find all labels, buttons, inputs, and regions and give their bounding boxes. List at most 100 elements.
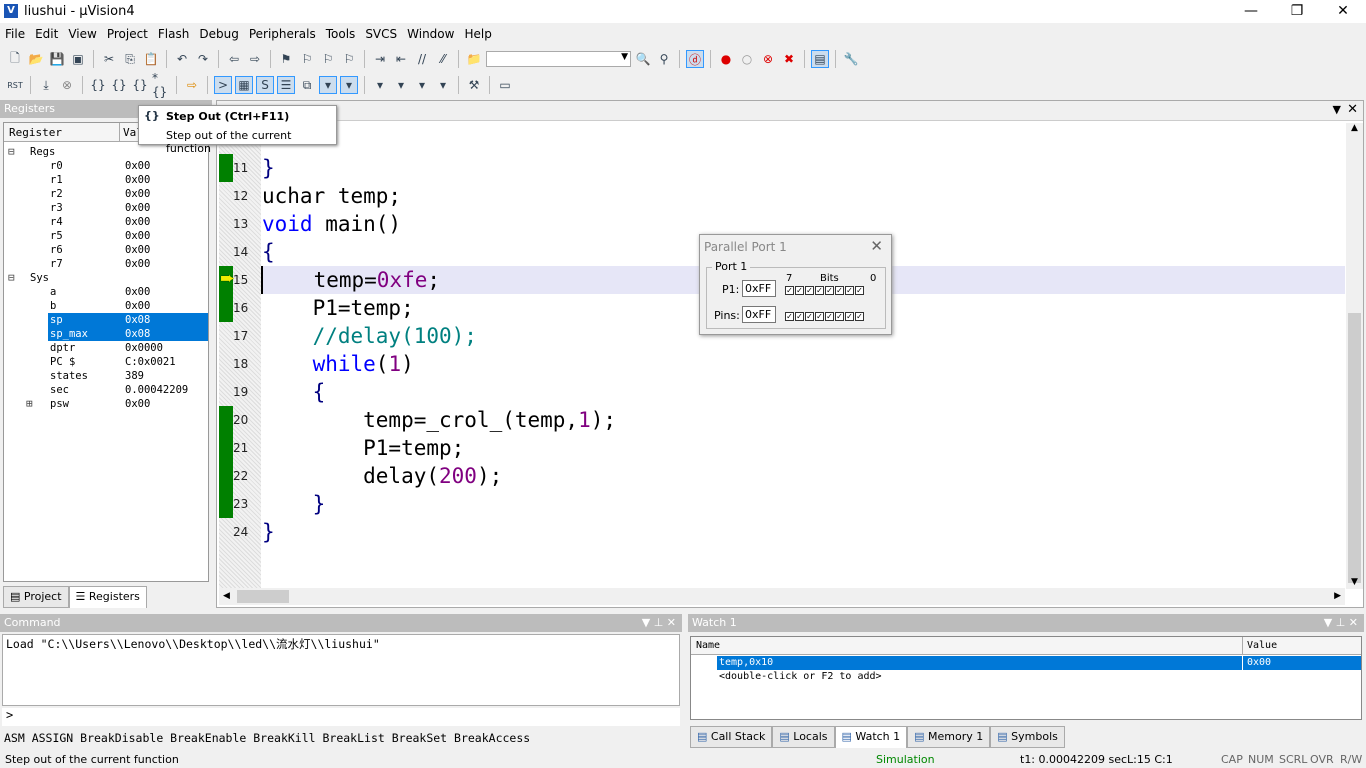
prev-bookmark-icon[interactable]: ⚐ (298, 50, 316, 68)
pins-value-field[interactable]: 0xFF (742, 306, 776, 323)
register-row[interactable]: dptr 0x0000 (4, 341, 208, 355)
name-column-header[interactable]: Name (696, 640, 720, 651)
p1-value-field[interactable]: 0xFF (742, 280, 776, 297)
code-line[interactable]: 11} (217, 154, 1343, 182)
nav-forward-icon[interactable]: ⇨ (246, 50, 264, 68)
watch-windows-icon[interactable]: ▾ (319, 76, 337, 94)
tab-registers[interactable]: ☰ Registers (68, 586, 147, 608)
menu-peripherals[interactable]: Peripherals (244, 24, 321, 44)
system-viewer-icon[interactable]: ▾ (434, 76, 452, 94)
panel-controls[interactable]: ▼ ⊥ ✕ (1324, 616, 1358, 629)
incremental-find-icon[interactable]: ⚲ (655, 50, 673, 68)
code-line[interactable]: 22 delay(200); (217, 462, 1343, 490)
registers-window-icon[interactable]: ☰ (277, 76, 295, 94)
code-editor[interactable]: ▼ ✕ 11} 12 uchar temp; 13 void main() 14{15 t… (216, 100, 1364, 608)
menu-window[interactable]: Window (402, 24, 459, 44)
menu-debug[interactable]: Debug (194, 24, 243, 44)
editor-vertical-scrollbar[interactable]: ▲ ▼ (1346, 123, 1363, 589)
register-row[interactable]: r1 0x00 (4, 173, 208, 187)
comment-icon[interactable]: // (413, 50, 431, 68)
stop-icon[interactable]: ⊗ (58, 76, 76, 94)
find-in-files-icon[interactable]: 📁 (465, 50, 483, 68)
register-row[interactable]: r4 0x00 (4, 215, 208, 229)
command-input[interactable]: > (2, 708, 680, 726)
paste-icon[interactable]: 📋 (142, 50, 160, 68)
nav-back-icon[interactable]: ⇦ (225, 50, 243, 68)
bit-checkbox[interactable]: ✓ (785, 312, 794, 321)
register-row[interactable]: r6 0x00 (4, 243, 208, 257)
menu-flash[interactable]: Flash (153, 24, 194, 44)
bit-checkbox[interactable]: ✓ (815, 286, 824, 295)
open-icon[interactable]: 📂 (27, 50, 45, 68)
tab-watch-1[interactable]: ▤ Watch 1 (834, 726, 908, 748)
bit-checkbox[interactable]: ✓ (825, 286, 834, 295)
register-row[interactable]: r3 0x00 (4, 201, 208, 215)
code-line[interactable]: 23 } (217, 490, 1343, 518)
window-layout-icon[interactable]: ▤ (811, 50, 829, 68)
menu-help[interactable]: Help (459, 24, 496, 44)
bit-checkbox[interactable]: ✓ (785, 286, 794, 295)
code-line[interactable]: 20 temp=_crol_(temp,1); (217, 406, 1343, 434)
debug-session-icon[interactable]: ⓓ (686, 50, 704, 68)
tab-memory-1[interactable]: ▤ Memory 1 (907, 726, 991, 748)
editor-horizontal-scrollbar[interactable]: ◀ ▶ (219, 588, 1345, 605)
redo-icon[interactable]: ↷ (194, 50, 212, 68)
register-row[interactable]: PC $ C:0x0021 (4, 355, 208, 369)
code-line[interactable]: 24} (217, 518, 1343, 546)
unindent-icon[interactable]: ⇤ (392, 50, 410, 68)
next-bookmark-icon[interactable]: ⚐ (319, 50, 337, 68)
minimize-button[interactable]: — (1228, 0, 1274, 23)
code-line[interactable]: 18 while(1) (217, 350, 1343, 378)
disassembly-window-icon[interactable]: ▦ (235, 76, 253, 94)
undo-icon[interactable]: ↶ (173, 50, 191, 68)
step-into-icon[interactable]: {} (89, 76, 107, 94)
register-row[interactable]: states 389 (4, 369, 208, 383)
menu-tools[interactable]: Tools (321, 24, 361, 44)
register-row[interactable]: a 0x00 (4, 285, 208, 299)
tab-locals[interactable]: ▤ Locals (772, 726, 835, 748)
step-out-icon[interactable]: {} (131, 76, 149, 94)
dialog-close-button[interactable]: ✕ (870, 237, 883, 255)
uncomment-icon[interactable]: ⁄⁄ (434, 50, 452, 68)
watch-row[interactable]: temp,0x10 0x00 (691, 656, 1361, 670)
register-row[interactable]: sec 0.00042209 (4, 383, 208, 397)
collapse-icon[interactable]: ⊟ (8, 271, 15, 285)
bit-checkbox[interactable]: ✓ (855, 286, 864, 295)
register-row[interactable]: sp_max 0x08 (48, 327, 208, 341)
bit-checkbox[interactable]: ✓ (825, 312, 834, 321)
run-icon[interactable]: ⤓ (37, 76, 55, 94)
editor-close-icon[interactable]: ✕ (1347, 102, 1358, 117)
expand-icon[interactable]: ⊞ (26, 397, 33, 411)
register-row[interactable]: r7 0x00 (4, 257, 208, 271)
register-row[interactable]: sp 0x08 (48, 313, 208, 327)
tab-project[interactable]: ▤ Project (3, 586, 69, 608)
clear-bookmarks-icon[interactable]: ⚐ (340, 50, 358, 68)
bit-checkbox[interactable]: ✓ (835, 312, 844, 321)
disable-all-breakpoints-icon[interactable]: ⊗ (759, 50, 777, 68)
save-all-icon[interactable]: ▣ (69, 50, 87, 68)
bit-checkbox[interactable]: ✓ (845, 286, 854, 295)
run-to-cursor-icon[interactable]: *{} (152, 71, 170, 99)
debug-restore-views-icon[interactable]: ▭ (496, 76, 514, 94)
find-icon[interactable]: 🔍 (634, 50, 652, 68)
bit-checkbox[interactable]: ✓ (795, 286, 804, 295)
disable-breakpoint-icon[interactable]: ○ (738, 50, 756, 68)
call-stack-window-icon[interactable]: ⧉ (298, 76, 316, 94)
code-line[interactable]: 21 P1=temp; (217, 434, 1343, 462)
command-window-icon[interactable]: > (214, 76, 232, 94)
show-next-statement-icon[interactable]: ⇨ (183, 76, 201, 94)
breakpoint-icon[interactable]: ● (717, 50, 735, 68)
menu-view[interactable]: View (63, 24, 101, 44)
bit-checkbox[interactable]: ✓ (805, 286, 814, 295)
menu-project[interactable]: Project (102, 24, 153, 44)
save-icon[interactable]: 💾 (48, 50, 66, 68)
maximize-button[interactable]: ❐ (1274, 0, 1320, 23)
collapse-icon[interactable]: ⊟ (8, 145, 15, 159)
memory-windows-icon[interactable]: ▾ (340, 76, 358, 94)
copy-icon[interactable]: ⎘ (121, 50, 139, 68)
register-row[interactable]: r5 0x00 (4, 229, 208, 243)
close-button[interactable]: ✕ (1320, 0, 1366, 23)
bit-checkbox[interactable]: ✓ (795, 312, 804, 321)
register-column-header[interactable]: Register (9, 126, 62, 139)
bit-checkbox[interactable]: ✓ (805, 312, 814, 321)
